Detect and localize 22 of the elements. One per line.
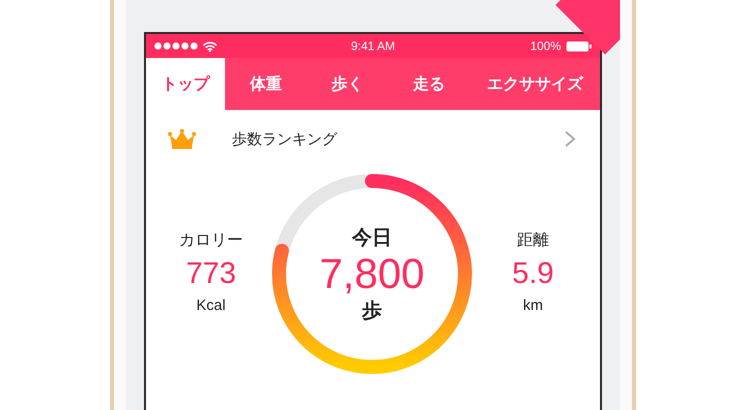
stat-value: 5.9 <box>512 257 554 291</box>
tab[interactable]: エクササイズ <box>470 58 600 110</box>
status-time: 9:41 AM <box>350 39 396 53</box>
battery-percent: 100% <box>530 39 561 53</box>
step-count: 7,800 <box>319 250 425 298</box>
crown-icon <box>168 129 196 149</box>
today-label: 今日 <box>352 226 392 251</box>
stat-unit: km <box>523 297 543 314</box>
tab[interactable]: 体重 <box>225 58 307 110</box>
wifi-icon <box>203 40 217 52</box>
tab[interactable]: トップ <box>146 58 225 110</box>
stat-label: 距離 <box>517 231 549 251</box>
tab[interactable]: 歩く <box>306 58 388 110</box>
stat-unit: Kcal <box>196 297 226 314</box>
stat-label: カロリー <box>179 231 243 251</box>
stat-value: 773 <box>186 257 236 291</box>
ranking-title: 歩数ランキング <box>232 130 338 148</box>
step-unit: 歩 <box>362 299 382 324</box>
battery-icon <box>566 40 592 52</box>
tab[interactable]: 走る <box>388 58 470 110</box>
signal-icon <box>154 42 198 50</box>
chevron-right-icon <box>564 130 576 148</box>
